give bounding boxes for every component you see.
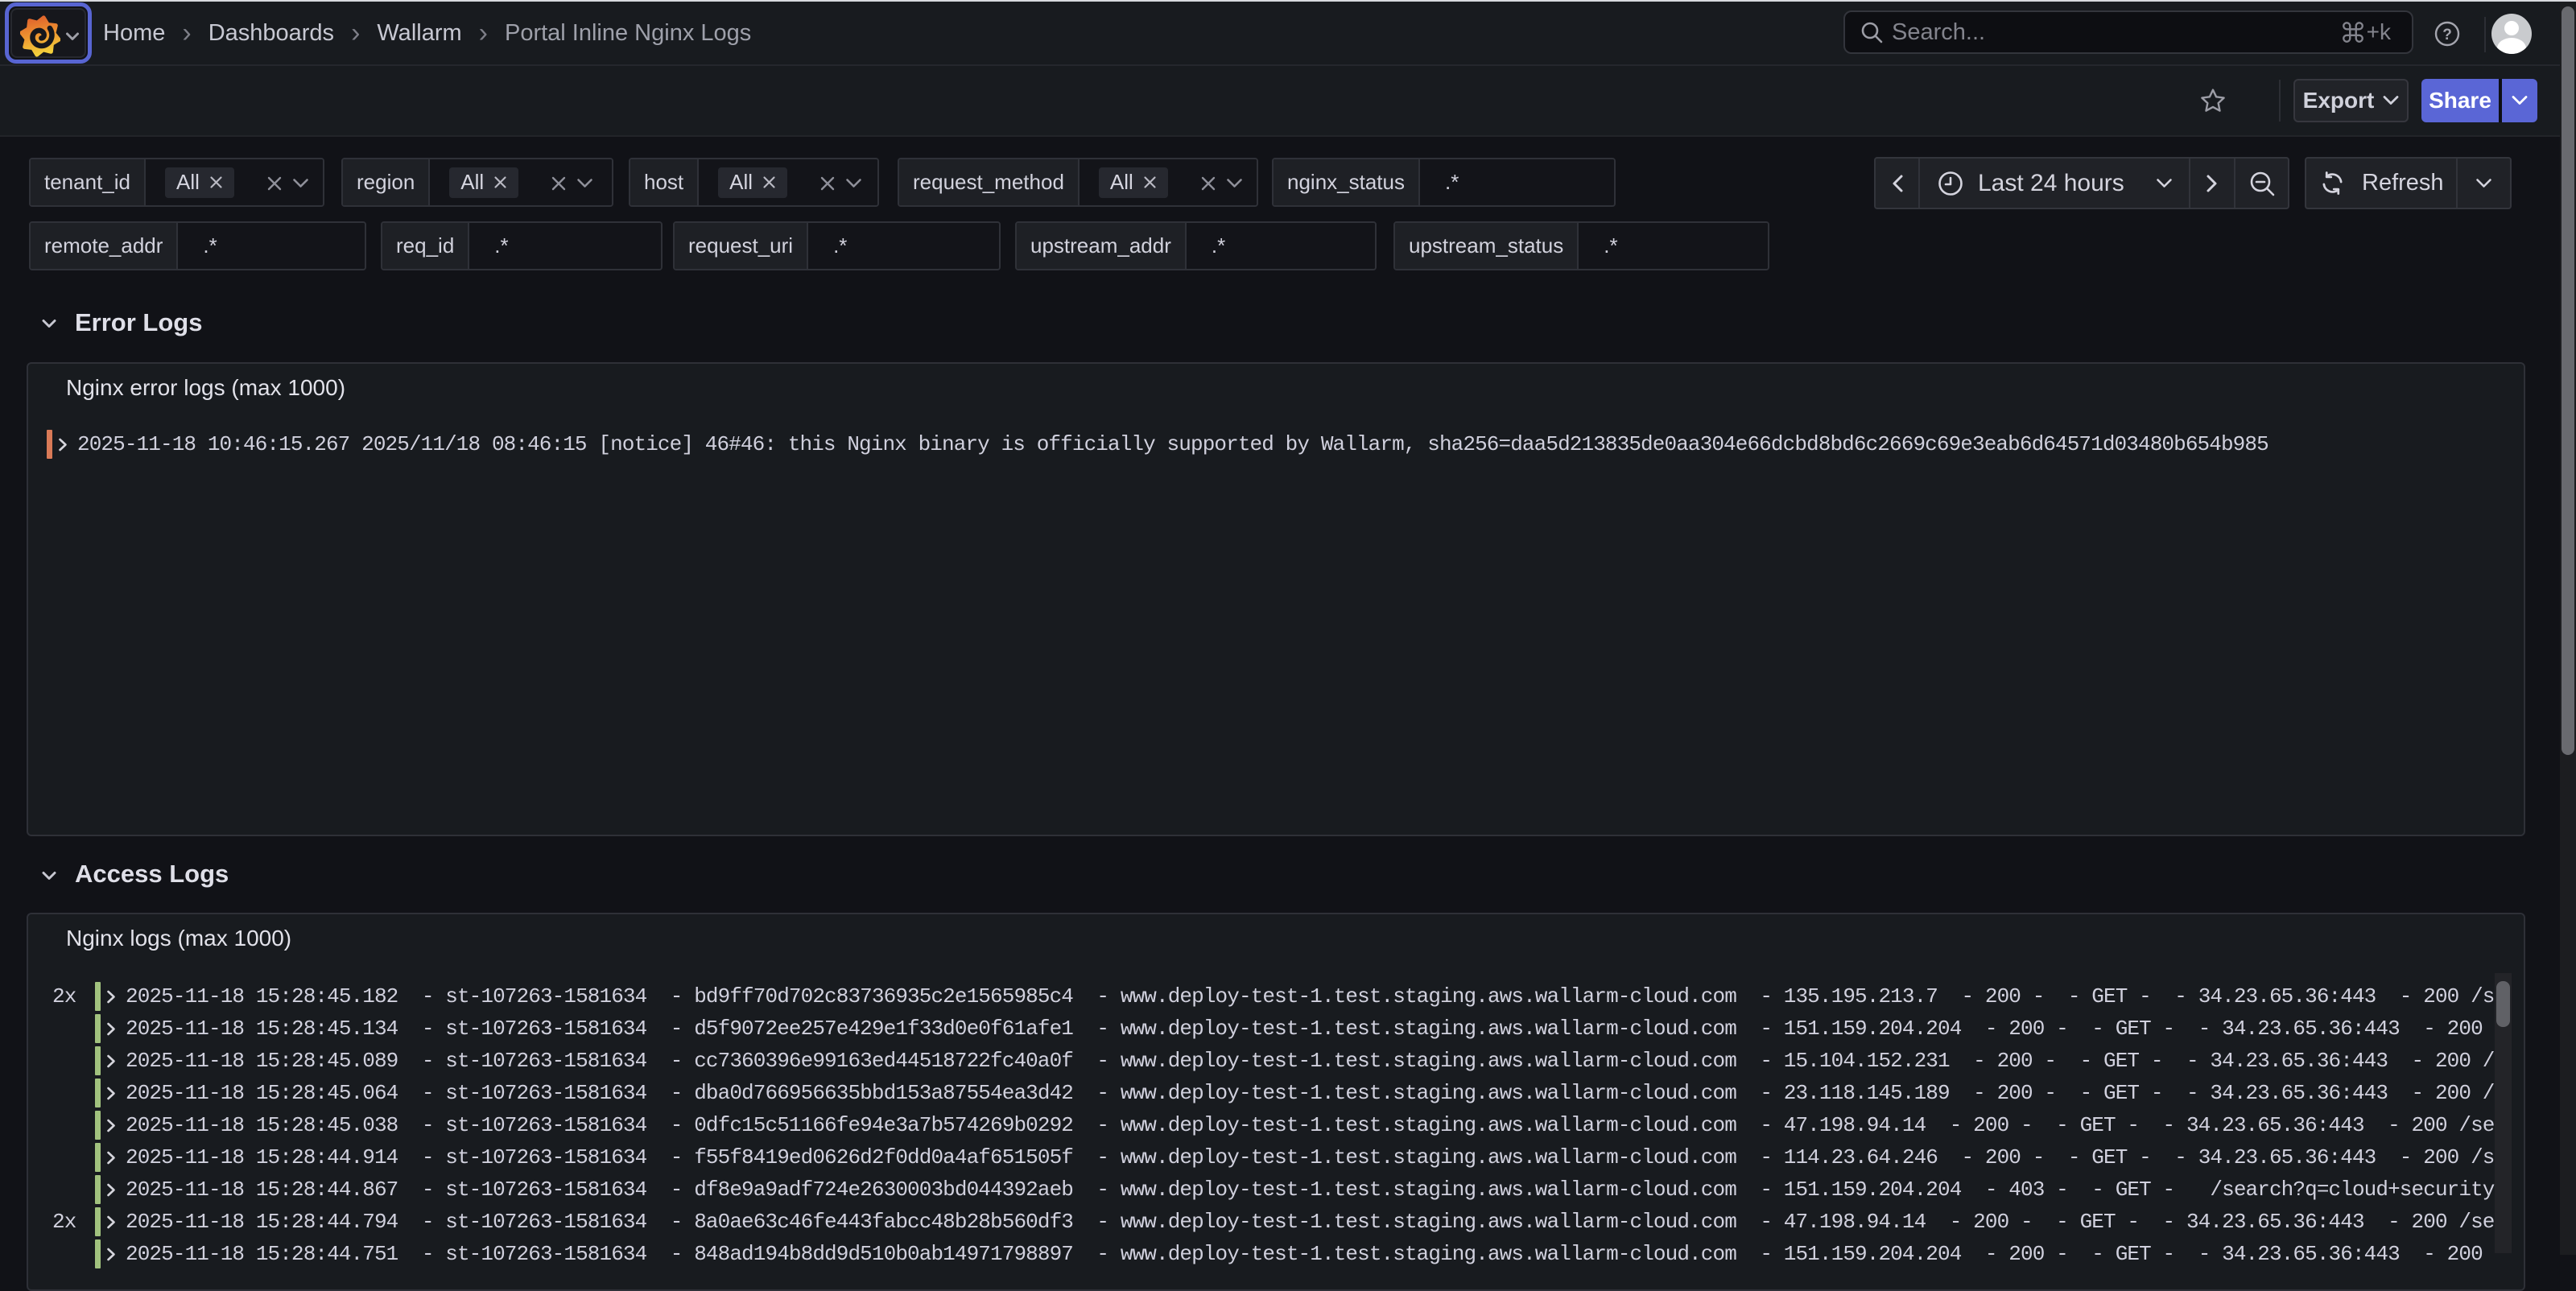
svg-text:?: ? <box>2442 27 2452 43</box>
